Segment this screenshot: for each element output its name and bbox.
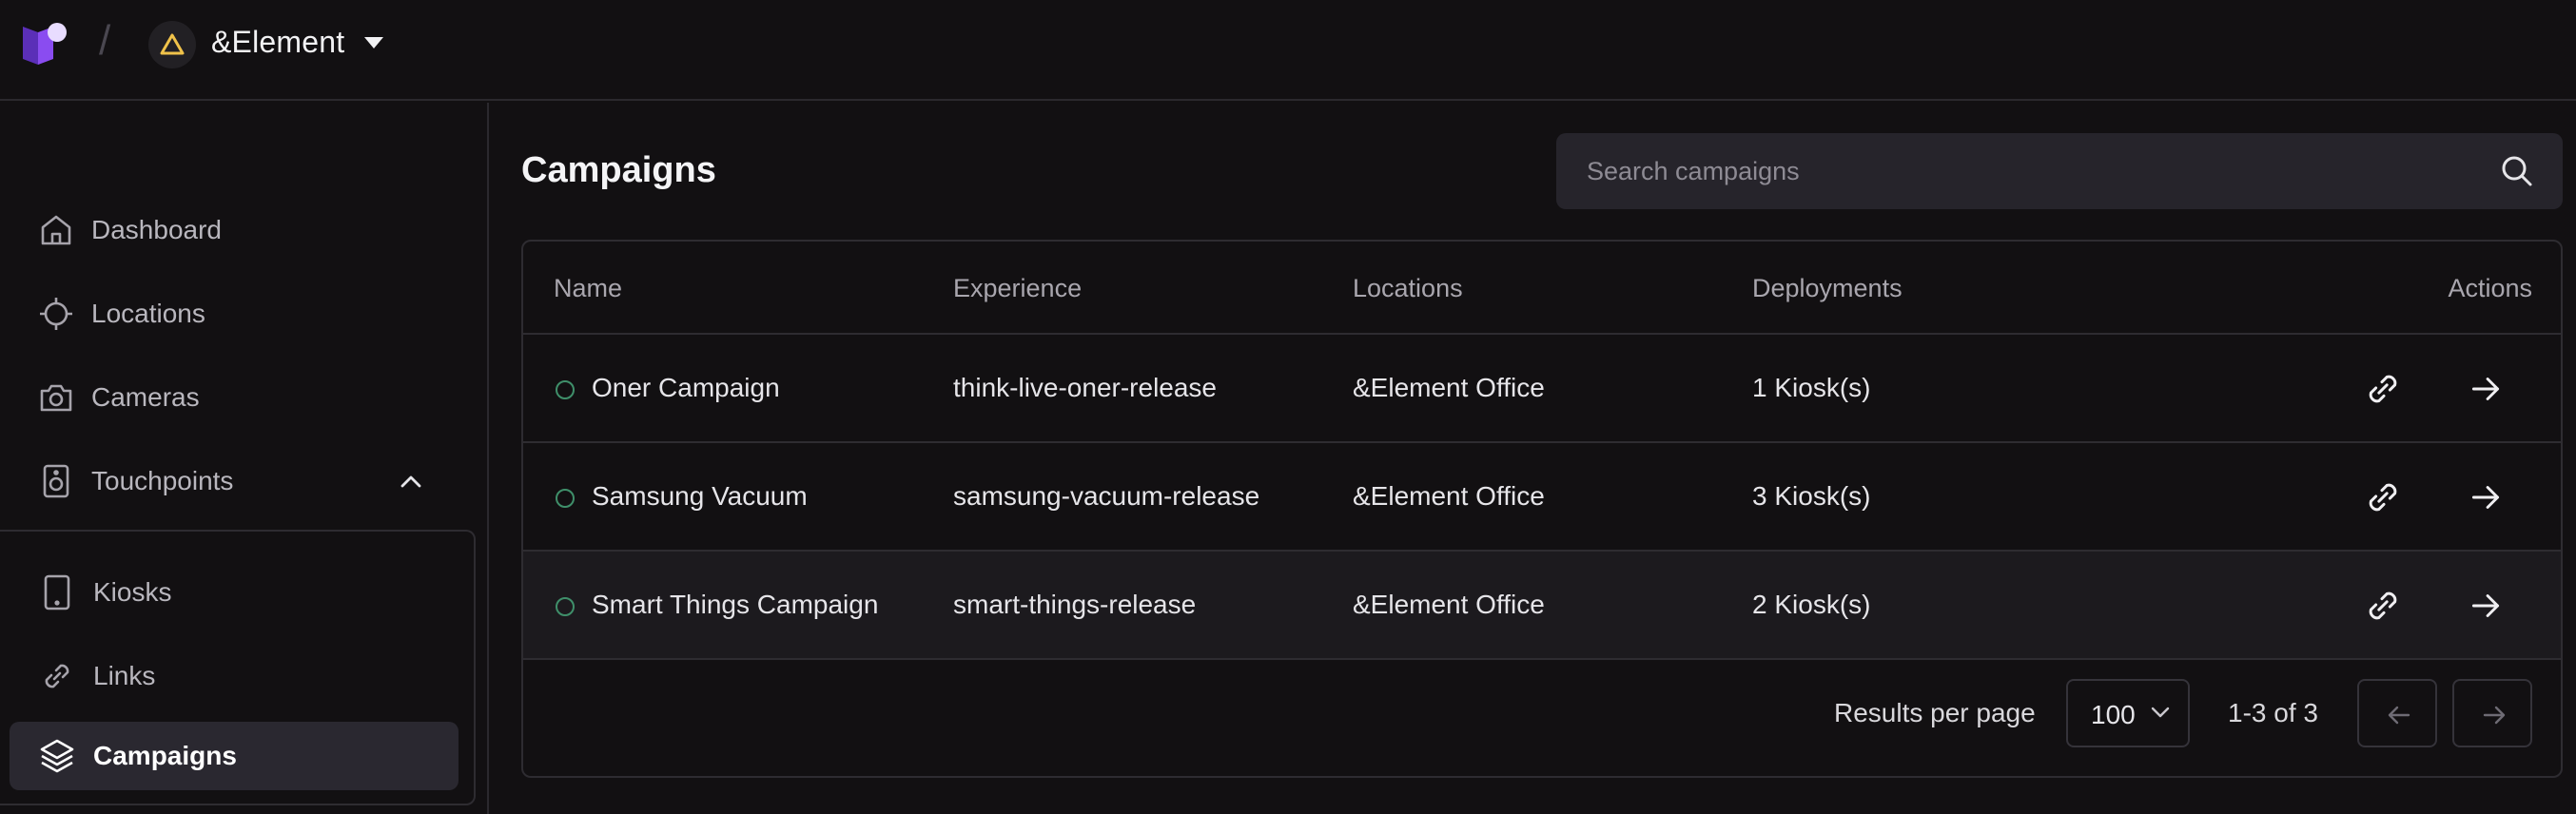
campaign-experience: think-live-oner-release <box>953 373 1218 402</box>
table-header: Name Experience Locations Deployments Ac… <box>523 242 2561 335</box>
sidebar-item-dashboard[interactable]: Dashboard <box>0 200 476 261</box>
status-indicator <box>556 489 575 508</box>
sidebar-item-links[interactable]: Links <box>10 642 459 710</box>
campaign-location: &Element Office <box>1353 481 1545 511</box>
column-header-deployments[interactable]: Deployments <box>1752 274 1903 303</box>
caret-down-icon[interactable] <box>363 36 384 49</box>
crosshair-icon <box>40 298 72 330</box>
sidebar-item-cameras[interactable]: Cameras <box>0 367 476 428</box>
sidebar-item-label: Kiosks <box>93 577 172 607</box>
campaign-name: Samsung Vacuum <box>592 481 808 511</box>
campaign-location: &Element Office <box>1353 590 1545 619</box>
table-row[interactable]: Oner Campaign think-live-oner-release &E… <box>523 335 2561 443</box>
campaign-name: Oner Campaign <box>592 373 780 402</box>
previous-page-button[interactable] <box>2357 679 2437 747</box>
column-header-actions: Actions <box>2448 274 2532 302</box>
arrow-right-icon <box>2483 706 2506 725</box>
campaign-name: Smart Things Campaign <box>592 590 879 619</box>
search-box <box>1556 133 2563 209</box>
sidebar-item-kiosks[interactable]: Kiosks <box>10 558 459 627</box>
sidebar-item-locations[interactable]: Locations <box>0 283 476 344</box>
arrow-right-icon[interactable] <box>2466 369 2506 409</box>
triangle-icon <box>160 33 185 55</box>
top-bar: / &Element <box>0 0 2576 101</box>
results-per-page-select[interactable]: 100 <box>2066 679 2190 747</box>
status-indicator <box>556 597 575 616</box>
pagination-range: 1-3 of 3 <box>2228 698 2318 727</box>
status-indicator <box>556 380 575 399</box>
campaign-experience: samsung-vacuum-release <box>953 481 1260 511</box>
results-per-page-value: 100 <box>2091 700 2136 729</box>
arrow-left-icon <box>2388 706 2410 725</box>
link-icon[interactable] <box>2363 586 2403 626</box>
layers-icon <box>40 739 74 773</box>
table-row[interactable]: Samsung Vacuum samsung-vacuum-release &E… <box>523 443 2561 552</box>
link-icon[interactable] <box>2363 369 2403 409</box>
link-icon <box>45 664 69 688</box>
search-icon[interactable] <box>2500 154 2534 188</box>
sidebar: Dashboard Locations Cameras Touchpoints … <box>0 103 489 814</box>
link-icon[interactable] <box>2363 477 2403 517</box>
column-header-experience[interactable]: Experience <box>953 274 1082 303</box>
breadcrumb-separator: / <box>99 17 111 64</box>
touchpoints-subnav: Kiosks Links Campaigns <box>0 530 476 805</box>
pagination: Results per page 100 1-3 of 3 <box>523 662 2561 776</box>
chevron-down-icon <box>2151 707 2170 718</box>
speaker-icon <box>43 464 69 498</box>
column-header-name[interactable]: Name <box>554 274 622 303</box>
campaign-deployments: 1 Kiosk(s) <box>1752 373 1871 402</box>
column-header-locations[interactable]: Locations <box>1353 274 1463 303</box>
page-title: Campaigns <box>521 150 716 190</box>
campaign-deployments: 2 Kiosk(s) <box>1752 590 1871 619</box>
results-per-page-label: Results per page <box>1834 698 2036 727</box>
campaigns-table: Name Experience Locations Deployments Ac… <box>521 240 2563 778</box>
tablet-icon <box>44 574 70 610</box>
arrow-right-icon[interactable] <box>2466 477 2506 517</box>
sidebar-item-campaigns[interactable]: Campaigns <box>10 722 459 790</box>
org-avatar[interactable] <box>148 21 196 68</box>
home-icon <box>41 215 71 245</box>
brand-logo-icon[interactable] <box>21 19 74 67</box>
next-page-button[interactable] <box>2452 679 2532 747</box>
org-name[interactable]: &Element <box>211 25 344 60</box>
sidebar-item-touchpoints[interactable]: Touchpoints <box>0 451 476 512</box>
chevron-up-icon[interactable] <box>400 474 422 489</box>
sidebar-item-label: Locations <box>91 299 205 328</box>
table-row[interactable]: Smart Things Campaign smart-things-relea… <box>523 552 2561 660</box>
search-input[interactable] <box>1587 152 2443 190</box>
sidebar-item-label: Cameras <box>91 382 200 412</box>
campaign-location: &Element Office <box>1353 373 1545 402</box>
sidebar-item-label: Touchpoints <box>91 466 234 495</box>
arrow-right-icon[interactable] <box>2466 586 2506 626</box>
campaign-deployments: 3 Kiosk(s) <box>1752 481 1871 511</box>
sidebar-item-label: Campaigns <box>93 741 237 770</box>
camera-icon <box>40 384 72 412</box>
sidebar-item-label: Dashboard <box>91 215 222 244</box>
campaign-experience: smart-things-release <box>953 590 1197 619</box>
sidebar-item-label: Links <box>93 661 156 690</box>
